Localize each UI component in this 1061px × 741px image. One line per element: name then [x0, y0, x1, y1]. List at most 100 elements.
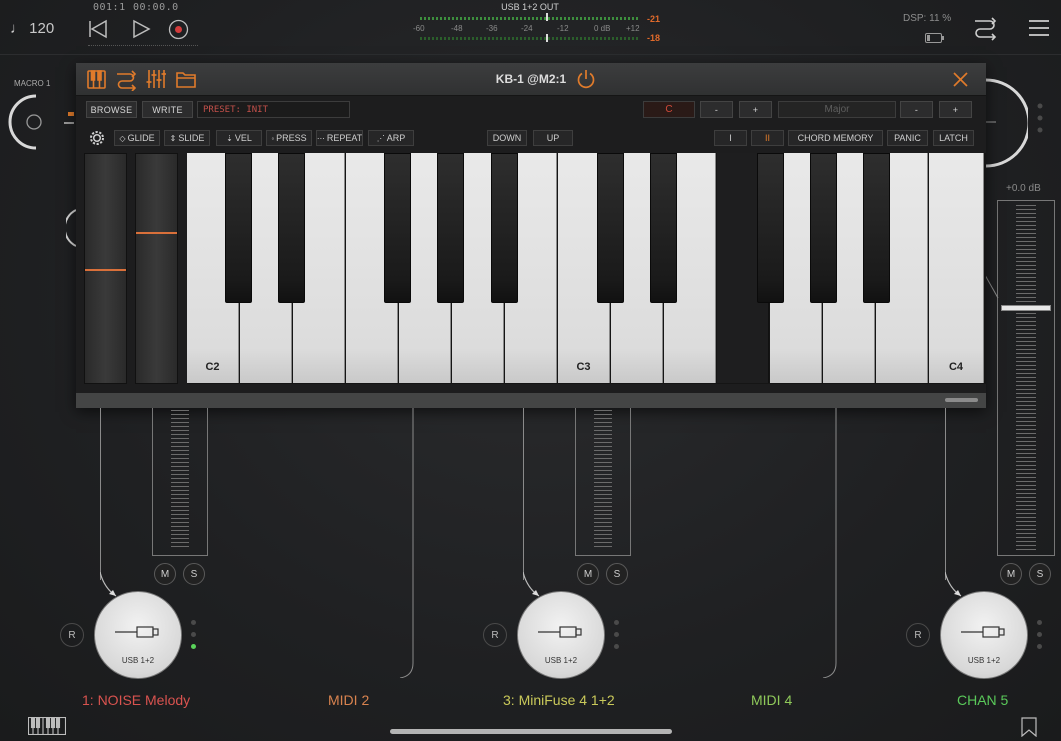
ch3-solo-button[interactable]: S	[606, 563, 628, 585]
black-key-ds2[interactable]	[278, 153, 305, 303]
master-knob-partial[interactable]	[982, 78, 1031, 168]
routing-small-icon[interactable]	[115, 69, 137, 92]
black-key-fs3[interactable]	[757, 153, 784, 303]
keyboard-icon[interactable]	[87, 70, 106, 89]
master-fader-handle[interactable]	[1001, 305, 1051, 311]
ch3-led-2	[614, 632, 619, 637]
ch5-solo-button[interactable]: S	[1029, 563, 1051, 585]
meter-scale-4: -12	[557, 24, 569, 33]
bookmark-icon[interactable]	[1021, 717, 1037, 738]
panic-button[interactable]: PANIC	[887, 130, 928, 146]
white-key-c4[interactable]: C4	[929, 153, 984, 383]
chord-i-button[interactable]: I	[714, 130, 747, 146]
ch1-mute-button[interactable]: M	[154, 563, 176, 585]
ch3-output-node[interactable]: USB 1+2	[517, 591, 605, 679]
meter-peak-marker-2	[546, 34, 548, 42]
master-led-column	[1036, 102, 1044, 138]
browse-button[interactable]: BROWSE	[86, 101, 137, 118]
ch5-record-arm-button[interactable]: R	[906, 623, 930, 647]
latch-button[interactable]: LATCH	[933, 130, 974, 146]
menu-icon[interactable]	[1028, 17, 1050, 39]
mixer-icon[interactable]	[146, 69, 166, 89]
repeat-icon: ⋯	[316, 133, 325, 143]
ch5-plug-icon	[961, 626, 1005, 638]
top-bar: ♩ 120 001:1 00:00.0 USB 1+2 OUT -60 -48 …	[0, 0, 1061, 55]
slide-button[interactable]: ⇕ SLIDE	[164, 130, 210, 146]
black-key-gs2[interactable]	[437, 153, 464, 303]
ch3-wire-arrow	[522, 571, 543, 598]
ch3-plug-icon	[538, 626, 582, 638]
preset-name-field[interactable]: PRESET: INIT	[197, 101, 350, 118]
keyboard-plugin-window: KB-1 @M2:1 BROWSE WRITE PRESET: INIT C -…	[76, 63, 986, 408]
black-key-fs2[interactable]	[384, 153, 411, 303]
meter-scale-1: -48	[451, 24, 463, 33]
chord-ii-button[interactable]: II	[751, 130, 784, 146]
arp-button[interactable]: ⋰ ARP	[368, 130, 414, 146]
ch3-led-3	[614, 644, 619, 649]
piano-keyboard: C2 C3 C4	[187, 153, 986, 384]
ch5-mute-button[interactable]: M	[1000, 563, 1022, 585]
ch5-wire	[945, 408, 946, 580]
rewind-icon[interactable]	[88, 19, 108, 39]
scale-down-button[interactable]: -	[900, 101, 933, 118]
black-key-as3[interactable]	[863, 153, 890, 303]
resize-handle[interactable]	[945, 398, 978, 402]
repeat-label: REPEAT	[326, 133, 363, 143]
dsp-load: DSP: 11 %	[903, 13, 952, 24]
scale-display[interactable]: Major	[778, 101, 896, 118]
black-key-as2[interactable]	[491, 153, 518, 303]
ch1-solo-button[interactable]: S	[183, 563, 205, 585]
velocity-button[interactable]: ⇣ VEL	[216, 130, 262, 146]
ch1-output-node[interactable]: USB 1+2	[94, 591, 182, 679]
scale-up-button[interactable]: +	[939, 101, 972, 118]
slide-label: SLIDE	[178, 133, 205, 143]
black-key-cs3[interactable]	[597, 153, 624, 303]
repeat-button[interactable]: ⋯ REPEAT	[316, 130, 363, 146]
pressure-label: PRESS	[276, 133, 307, 143]
ch3-led-1	[614, 620, 619, 625]
peak-right: -18	[647, 33, 661, 43]
piano-icon[interactable]	[27, 716, 67, 736]
routing-icon[interactable]	[972, 15, 998, 41]
root-key-display[interactable]: C	[643, 101, 695, 118]
meter-scale-2: -36	[486, 24, 498, 33]
octave-up-button[interactable]: UP	[533, 130, 573, 146]
black-key-cs2[interactable]	[225, 153, 252, 303]
write-button[interactable]: WRITE	[142, 101, 193, 118]
meter-peak-marker	[546, 13, 548, 21]
play-icon[interactable]	[131, 19, 151, 39]
ch1-name[interactable]: 1: NOISE Melody	[82, 692, 190, 708]
ch5-output-node[interactable]: USB 1+2	[940, 591, 1028, 679]
ch3-mute-button[interactable]: M	[577, 563, 599, 585]
key-up-button[interactable]: +	[739, 101, 772, 118]
ch1-output-label: USB 1+2	[121, 656, 155, 665]
pitch-wheel[interactable]	[84, 153, 127, 384]
record-icon[interactable]	[168, 19, 189, 40]
ch5-led-2	[1037, 632, 1042, 637]
close-icon[interactable]	[953, 72, 968, 87]
macro-label: MACRO 1	[14, 79, 51, 88]
ch3-name[interactable]: 3: MiniFuse 4 1+2	[503, 692, 615, 708]
octave-down-button[interactable]: DOWN	[487, 130, 527, 146]
tempo-display[interactable]: ♩ 120	[10, 20, 54, 37]
glide-button[interactable]: ◇ GLIDE	[114, 130, 160, 146]
pressure-button[interactable]: ◦ PRESS	[266, 130, 312, 146]
settings-gear-icon[interactable]	[88, 129, 106, 147]
black-key-ds3[interactable]	[650, 153, 677, 303]
power-icon[interactable]	[576, 69, 596, 89]
ch1-record-arm-button[interactable]: R	[60, 623, 84, 647]
key-down-button[interactable]: -	[700, 101, 733, 118]
position-time: 00:00.0	[133, 2, 179, 13]
key-label-c4: C4	[948, 361, 964, 373]
folder-icon[interactable]	[176, 70, 196, 88]
ch1-wire	[100, 408, 101, 580]
black-key-gs3[interactable]	[810, 153, 837, 303]
midi4-name[interactable]: MIDI 4	[751, 692, 792, 708]
mod-wheel[interactable]	[135, 153, 178, 384]
macro-knob[interactable]	[6, 92, 66, 152]
chord-memory-button[interactable]: CHORD MEMORY	[788, 130, 883, 146]
midi2-name[interactable]: MIDI 2	[328, 692, 369, 708]
ch1-plug-icon	[115, 626, 159, 638]
ch3-record-arm-button[interactable]: R	[483, 623, 507, 647]
ch5-name[interactable]: CHAN 5	[957, 692, 1008, 708]
